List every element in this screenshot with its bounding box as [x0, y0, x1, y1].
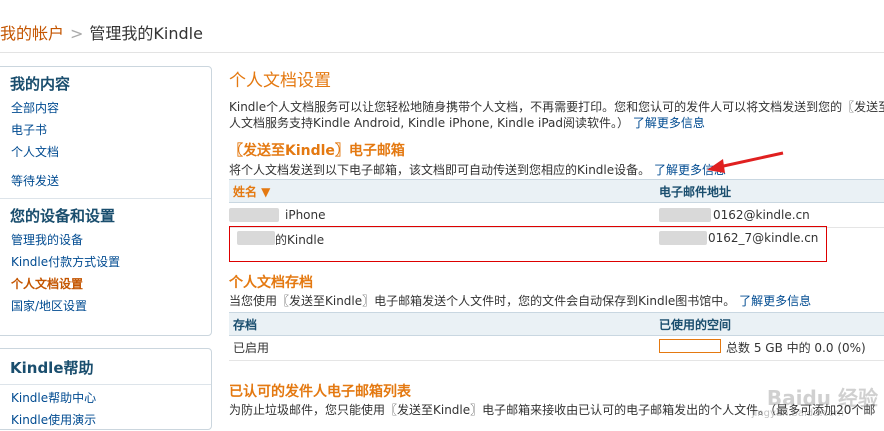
column-email: 电子邮件地址 [659, 185, 732, 199]
send-to-kindle-desc: 将个人文档发送到以下电子邮箱，该文档即可自动传送到您相应的Kindle设备。 了… [229, 161, 726, 178]
redacted-name [229, 208, 279, 222]
sidebar-item-payment-settings[interactable]: Kindle付款方式设置 [0, 251, 211, 273]
annotation-arrow [707, 151, 784, 173]
sidebar-item-country-settings[interactable]: 国家/地区设置 [0, 295, 211, 317]
page-title: 个人文档设置 [229, 71, 331, 91]
sidebar-nav-panel: 我的内容 全部内容 电子书 个人文档 等待发送 您的设备和设置 管理我的设备 K… [0, 66, 212, 336]
highlight-box [229, 226, 827, 262]
archive-status: 已启用 [233, 341, 270, 355]
archive-learn-more-link[interactable]: 了解更多信息 [739, 294, 811, 308]
sidebar-item-demo[interactable]: Kindle使用演示 [0, 409, 211, 431]
row-divider [229, 360, 884, 361]
breadcrumb-account-link[interactable]: 我的帐户 [0, 24, 64, 43]
sidebar-item-personal-doc-settings[interactable]: 个人文档设置 [0, 273, 211, 295]
intro-learn-more-link[interactable]: 了解更多信息 [633, 116, 705, 130]
sidebar-item-personal-docs[interactable]: 个人文档 [0, 141, 211, 163]
send-desc-text: 将个人文档发送到以下电子邮箱，该文档即可自动传送到您相应的Kindle设备。 [229, 163, 651, 177]
sidebar-divider [0, 198, 211, 199]
table-header: 存档 已使用的空间 [229, 312, 884, 336]
watermark-url: jingyan.baidu.com [751, 408, 844, 419]
main-content: 个人文档设置 Kindle个人文档服务可以让您轻松地随身携带个人文档，不再需要打… [229, 0, 884, 417]
redacted-email [659, 208, 711, 222]
column-archive: 存档 [233, 318, 258, 332]
intro-line-1: Kindle个人文档服务可以让您轻松地随身携带个人文档，不再需要打印。您和您认可… [229, 100, 884, 114]
sidebar-item-pending[interactable]: 等待发送 [0, 170, 211, 192]
sidebar-heading-devices: 您的设备和设置 [10, 207, 116, 225]
breadcrumb-current: 管理我的Kindle [89, 24, 203, 43]
sidebar-item-ebooks[interactable]: 电子书 [0, 119, 211, 141]
column-name-sort[interactable]: 姓名 ▼ [233, 183, 270, 200]
send-to-kindle-heading: 〖发送至Kindle〗电子邮箱 [229, 143, 405, 159]
sidebar-help-panel: Kindle帮助 Kindle帮助中心 Kindle使用演示 [0, 348, 212, 430]
sidebar-heading-help: Kindle帮助 [10, 359, 94, 377]
watermark-logo: Baidu 经验 [766, 386, 878, 410]
send-email-table: 姓名 ▼ 电子邮件地址 iPhone 0162@kindle.cn 的Kindl… [229, 179, 884, 265]
breadcrumb-separator: > [70, 24, 84, 43]
archive-heading: 个人文档存档 [229, 275, 313, 291]
storage-usage-bar [659, 339, 721, 353]
intro-line-2: 人文档服务支持Kindle Android, Kindle iPhone, Ki… [229, 116, 630, 130]
approved-senders-heading: 已认可的发件人电子邮箱列表 [229, 384, 411, 400]
archive-desc: 当您使用〖发送至Kindle〗电子邮箱发送个人文件时，您的文件会自动保存到Kin… [229, 292, 811, 309]
sidebar-heading-my-content: 我的内容 [10, 75, 71, 93]
sidebar-item-all-content[interactable]: 全部内容 [0, 97, 211, 119]
storage-usage-text: 总数 5 GB 中的 0.0 (0%) [726, 341, 866, 355]
archive-desc-text: 当您使用〖发送至Kindle〗电子邮箱发送个人文件时，您的文件会自动保存到Kin… [229, 294, 736, 308]
table-header: 姓名 ▼ 电子邮件地址 [229, 179, 884, 203]
intro-text: Kindle个人文档服务可以让您轻松地随身携带个人文档，不再需要打印。您和您认可… [229, 99, 884, 131]
archive-table: 存档 已使用的空间 已启用 总数 5 GB 中的 0.0 (0%) [229, 312, 884, 364]
device-email: 0162@kindle.cn [713, 208, 810, 222]
breadcrumb: 我的帐户 > 管理我的Kindle [0, 20, 203, 44]
sidebar-item-manage-devices[interactable]: 管理我的设备 [0, 229, 211, 251]
sidebar-item-help-center[interactable]: Kindle帮助中心 [0, 387, 211, 409]
sidebar-divider [0, 384, 211, 385]
column-used-space: 已使用的空间 [659, 318, 732, 332]
device-name: iPhone [285, 208, 326, 222]
